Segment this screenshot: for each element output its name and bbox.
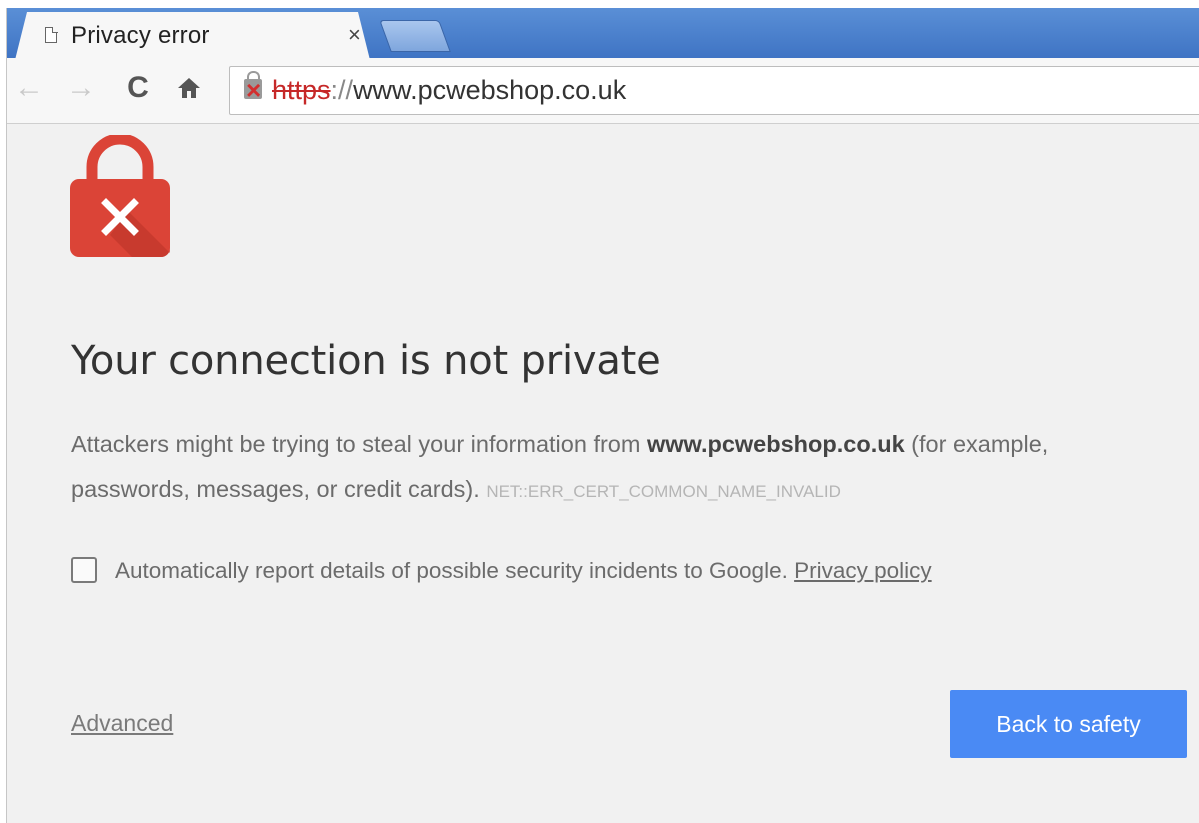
close-tab-icon[interactable]: ×	[348, 22, 361, 48]
error-code: NET::ERR_CERT_COMMON_NAME_INVALID	[486, 482, 841, 501]
back-to-safety-button[interactable]: Back to safety	[950, 690, 1187, 758]
new-tab-button[interactable]	[379, 20, 451, 52]
explanation-text: Attackers might be trying to steal your …	[71, 422, 1141, 514]
report-checkbox[interactable]	[71, 557, 97, 583]
report-label-text: Automatically report details of possible…	[115, 558, 795, 583]
tab-title: Privacy error	[71, 22, 210, 49]
home-icon[interactable]	[171, 70, 207, 106]
report-label: Automatically report details of possible…	[115, 558, 932, 584]
page-icon	[45, 26, 58, 43]
privacy-policy-link[interactable]: Privacy policy	[794, 558, 932, 583]
padlock-error-icon	[70, 135, 170, 257]
tab-privacy-error[interactable]: Privacy error ×	[15, 12, 370, 60]
explanation-before: Attackers might be trying to steal your …	[71, 431, 647, 457]
tab-strip: Privacy error ×	[7, 8, 1199, 60]
url-scheme: https	[272, 75, 331, 105]
reload-icon[interactable]: C	[120, 70, 156, 106]
address-bar[interactable]: × https://www.pcwebshop.co.uk	[229, 66, 1199, 115]
site-domain: www.pcwebshop.co.uk	[646, 431, 905, 457]
forward-arrow-icon[interactable]: →	[63, 70, 99, 106]
browser-window: Privacy error × ← → C × https://www.pcwe…	[6, 8, 1199, 823]
url-text: https://www.pcwebshop.co.uk	[272, 75, 626, 106]
advanced-link[interactable]: Advanced	[71, 710, 173, 737]
back-arrow-icon[interactable]: ←	[11, 70, 47, 106]
page-title: Your connection is not private	[71, 338, 661, 384]
security-error-icon: ×	[246, 75, 262, 105]
url-host: www.pcwebshop.co.uk	[353, 75, 627, 105]
url-separator: ://	[330, 75, 354, 105]
browser-toolbar: ← → C × https://www.pcwebshop.co.uk	[7, 58, 1199, 124]
